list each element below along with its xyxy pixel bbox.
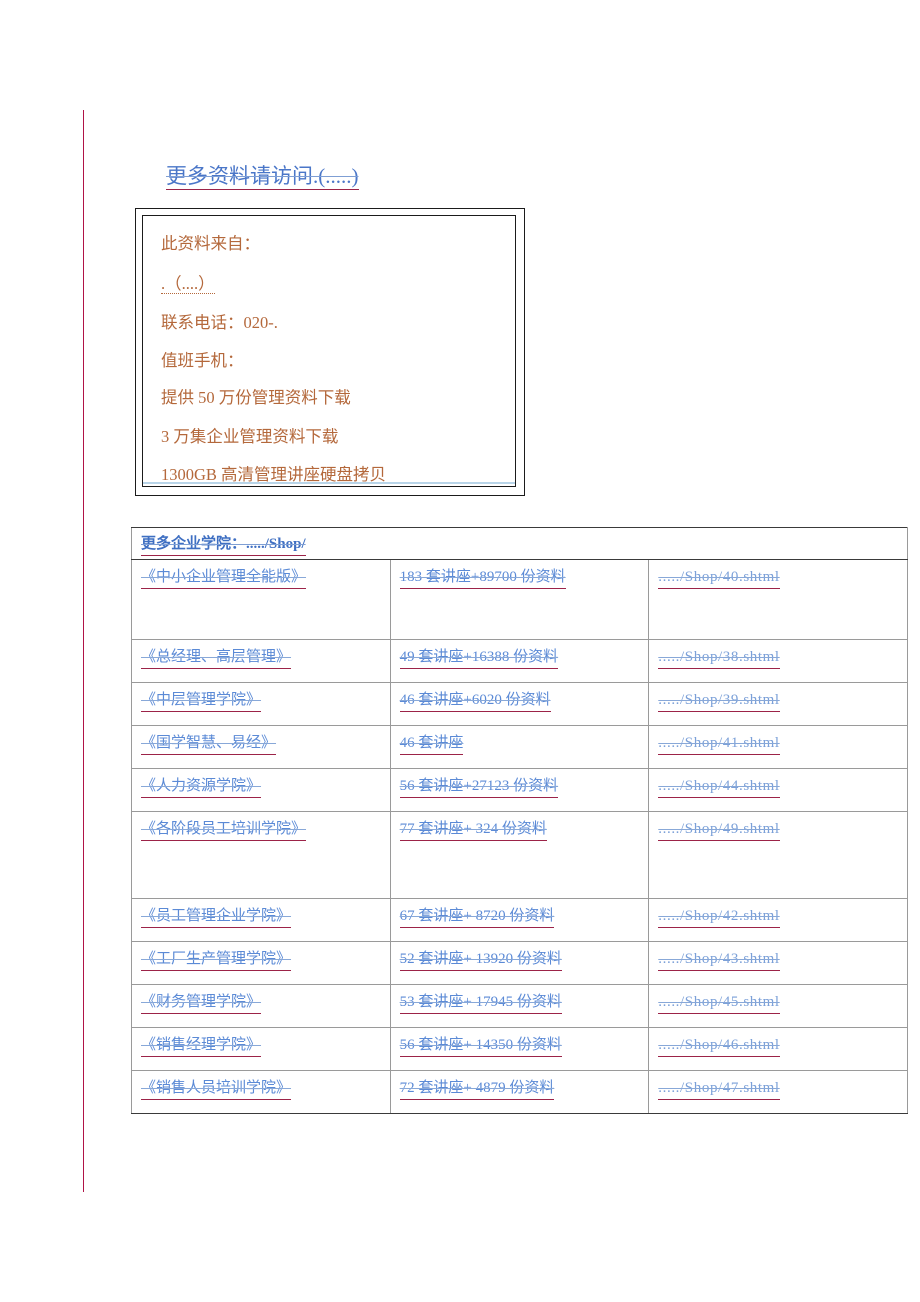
course-desc-link[interactable]: 56 套讲座+ 14350 份资料: [399, 1035, 562, 1057]
course-name-link[interactable]: 《人力资源学院》: [141, 776, 262, 798]
table-row: 《销售经理学院》 56 套讲座+ 14350 份资料 ...../Shop/46…: [131, 1027, 908, 1071]
cell-name: 《人力资源学院》: [131, 768, 391, 812]
table-row: 《总经理、高层管理》 49 套讲座+16388 份资料 ...../Shop/3…: [131, 639, 908, 683]
info-line-mobile: 值班手机：: [161, 351, 244, 370]
cell-url: ...../Shop/49.shtml: [648, 811, 908, 899]
course-name-link[interactable]: 《总经理、高层管理》: [141, 647, 292, 669]
info-line-phone: 联系电话：020-.: [161, 313, 278, 332]
course-name-link[interactable]: 《国学智慧、易经》: [141, 733, 277, 755]
course-url-link[interactable]: ...../Shop/46.shtml: [658, 1035, 780, 1057]
cell-name: 《员工管理企业学院》: [131, 898, 391, 942]
page-title-link[interactable]: 更多资料请访问.(.....): [166, 163, 359, 190]
course-url-link[interactable]: ...../Shop/49.shtml: [658, 819, 780, 841]
table-header-row: 更多企业学院：...../Shop/: [131, 527, 908, 560]
info-line-source-label: 此资料来自：: [161, 234, 260, 253]
course-name-link[interactable]: 《工厂生产管理学院》: [141, 949, 292, 971]
table-row: 《中小企业管理全能版》 183 套讲座+89700 份资料 ...../Shop…: [131, 559, 908, 640]
cell-desc: 77 套讲座+ 324 份资料: [389, 811, 650, 899]
course-desc-link[interactable]: 183 套讲座+89700 份资料: [399, 567, 566, 589]
info-line-disk-copy: 1300GB 高清管理讲座硬盘拷贝: [161, 465, 387, 484]
cell-desc: 49 套讲座+16388 份资料: [389, 639, 650, 683]
course-url-link[interactable]: ...../Shop/44.shtml: [658, 776, 780, 798]
table-row: 《工厂生产管理学院》 52 套讲座+ 13920 份资料 ...../Shop/…: [131, 941, 908, 985]
cell-url: ...../Shop/46.shtml: [648, 1027, 908, 1071]
course-url-link[interactable]: ...../Shop/45.shtml: [658, 992, 780, 1014]
info-line-site: .（....）: [161, 274, 215, 294]
cell-url: ...../Shop/44.shtml: [648, 768, 908, 812]
cell-desc: 67 套讲座+ 8720 份资料: [389, 898, 650, 942]
cell-name: 《各阶段员工培训学院》: [131, 811, 391, 899]
course-desc-link[interactable]: 67 套讲座+ 8720 份资料: [399, 906, 555, 928]
course-desc-link[interactable]: 77 套讲座+ 324 份资料: [399, 819, 547, 841]
table-row: 《各阶段员工培训学院》 77 套讲座+ 324 份资料 ...../Shop/4…: [131, 811, 908, 899]
cell-name: 《财务管理学院》: [131, 984, 391, 1028]
cell-desc: 56 套讲座+ 14350 份资料: [389, 1027, 650, 1071]
table-row: 《销售人员培训学院》 72 套讲座+ 4879 份资料 ...../Shop/4…: [131, 1070, 908, 1114]
course-url-link[interactable]: ...../Shop/42.shtml: [658, 906, 780, 928]
course-desc-link[interactable]: 46 套讲座+6020 份资料: [399, 690, 551, 712]
course-desc-link[interactable]: 52 套讲座+ 13920 份资料: [399, 949, 562, 971]
table-header-link[interactable]: 更多企业学院：...../Shop/: [141, 535, 306, 556]
table-row: 《员工管理企业学院》 67 套讲座+ 8720 份资料 ...../Shop/4…: [131, 898, 908, 942]
table-row: 《国学智慧、易经》 46 套讲座 ...../Shop/41.shtml: [131, 725, 908, 769]
page-title-text: 更多资料请访问.(.....): [166, 164, 359, 190]
cell-desc: 46 套讲座+6020 份资料: [389, 682, 650, 726]
course-name-link[interactable]: 《销售人员培训学院》: [141, 1078, 292, 1100]
cell-desc: 56 套讲座+27123 份资料: [389, 768, 650, 812]
cell-name: 《中小企业管理全能版》: [131, 559, 391, 640]
course-name-link[interactable]: 《中层管理学院》: [141, 690, 262, 712]
course-desc-link[interactable]: 46 套讲座: [399, 733, 464, 755]
cell-desc: 183 套讲座+89700 份资料: [389, 559, 650, 640]
cell-url: ...../Shop/43.shtml: [648, 941, 908, 985]
course-url-link[interactable]: ...../Shop/41.shtml: [658, 733, 780, 755]
course-desc-link[interactable]: 49 套讲座+16388 份资料: [399, 647, 559, 669]
shop-table: 更多企业学院：...../Shop/ 《中小企业管理全能版》 183 套讲座+8…: [131, 527, 908, 1114]
table-row: 《中层管理学院》 46 套讲座+6020 份资料 ...../Shop/39.s…: [131, 682, 908, 726]
cell-desc: 46 套讲座: [389, 725, 650, 769]
cell-url: ...../Shop/40.shtml: [648, 559, 908, 640]
cell-name: 《销售经理学院》: [131, 1027, 391, 1071]
cell-desc: 53 套讲座+ 17945 份资料: [389, 984, 650, 1028]
course-desc-link[interactable]: 56 套讲座+27123 份资料: [399, 776, 559, 798]
cell-url: ...../Shop/47.shtml: [648, 1070, 908, 1114]
info-line-collections: 3 万集企业管理资料下载: [161, 427, 339, 446]
course-name-link[interactable]: 《财务管理学院》: [141, 992, 262, 1014]
cell-name: 《国学智慧、易经》: [131, 725, 391, 769]
cell-name: 《中层管理学院》: [131, 682, 391, 726]
cell-desc: 52 套讲座+ 13920 份资料: [389, 941, 650, 985]
cell-url: ...../Shop/42.shtml: [648, 898, 908, 942]
course-desc-link[interactable]: 72 套讲座+ 4879 份资料: [399, 1078, 555, 1100]
info-box: 此资料来自： .（....） 联系电话：020-. 值班手机： 提供 50 万份…: [135, 208, 525, 496]
cell-name: 《销售人员培训学院》: [131, 1070, 391, 1114]
course-url-link[interactable]: ...../Shop/43.shtml: [658, 949, 780, 971]
table-header-cell: 更多企业学院：...../Shop/: [131, 527, 908, 560]
course-url-link[interactable]: ...../Shop/40.shtml: [658, 567, 780, 589]
cell-url: ...../Shop/45.shtml: [648, 984, 908, 1028]
info-line-docs-count: 提供 50 万份管理资料下载: [161, 388, 351, 407]
left-margin-rule: [83, 110, 84, 1192]
table-row: 《人力资源学院》 56 套讲座+27123 份资料 ...../Shop/44.…: [131, 768, 908, 812]
cell-url: ...../Shop/38.shtml: [648, 639, 908, 683]
course-desc-link[interactable]: 53 套讲座+ 17945 份资料: [399, 992, 562, 1014]
course-name-link[interactable]: 《中小企业管理全能版》: [141, 567, 307, 589]
course-name-link[interactable]: 《各阶段员工培训学院》: [141, 819, 307, 841]
table-row: 《财务管理学院》 53 套讲座+ 17945 份资料 ...../Shop/45…: [131, 984, 908, 1028]
cell-url: ...../Shop/39.shtml: [648, 682, 908, 726]
course-name-link[interactable]: 《销售经理学院》: [141, 1035, 262, 1057]
cell-url: ...../Shop/41.shtml: [648, 725, 908, 769]
info-box-inner: 此资料来自： .（....） 联系电话：020-. 值班手机： 提供 50 万份…: [142, 215, 516, 487]
course-url-link[interactable]: ...../Shop/38.shtml: [658, 647, 780, 669]
course-name-link[interactable]: 《员工管理企业学院》: [141, 906, 292, 928]
cell-name: 《总经理、高层管理》: [131, 639, 391, 683]
cell-desc: 72 套讲座+ 4879 份资料: [389, 1070, 650, 1114]
cell-name: 《工厂生产管理学院》: [131, 941, 391, 985]
course-url-link[interactable]: ...../Shop/39.shtml: [658, 690, 780, 712]
course-url-link[interactable]: ...../Shop/47.shtml: [658, 1078, 780, 1100]
